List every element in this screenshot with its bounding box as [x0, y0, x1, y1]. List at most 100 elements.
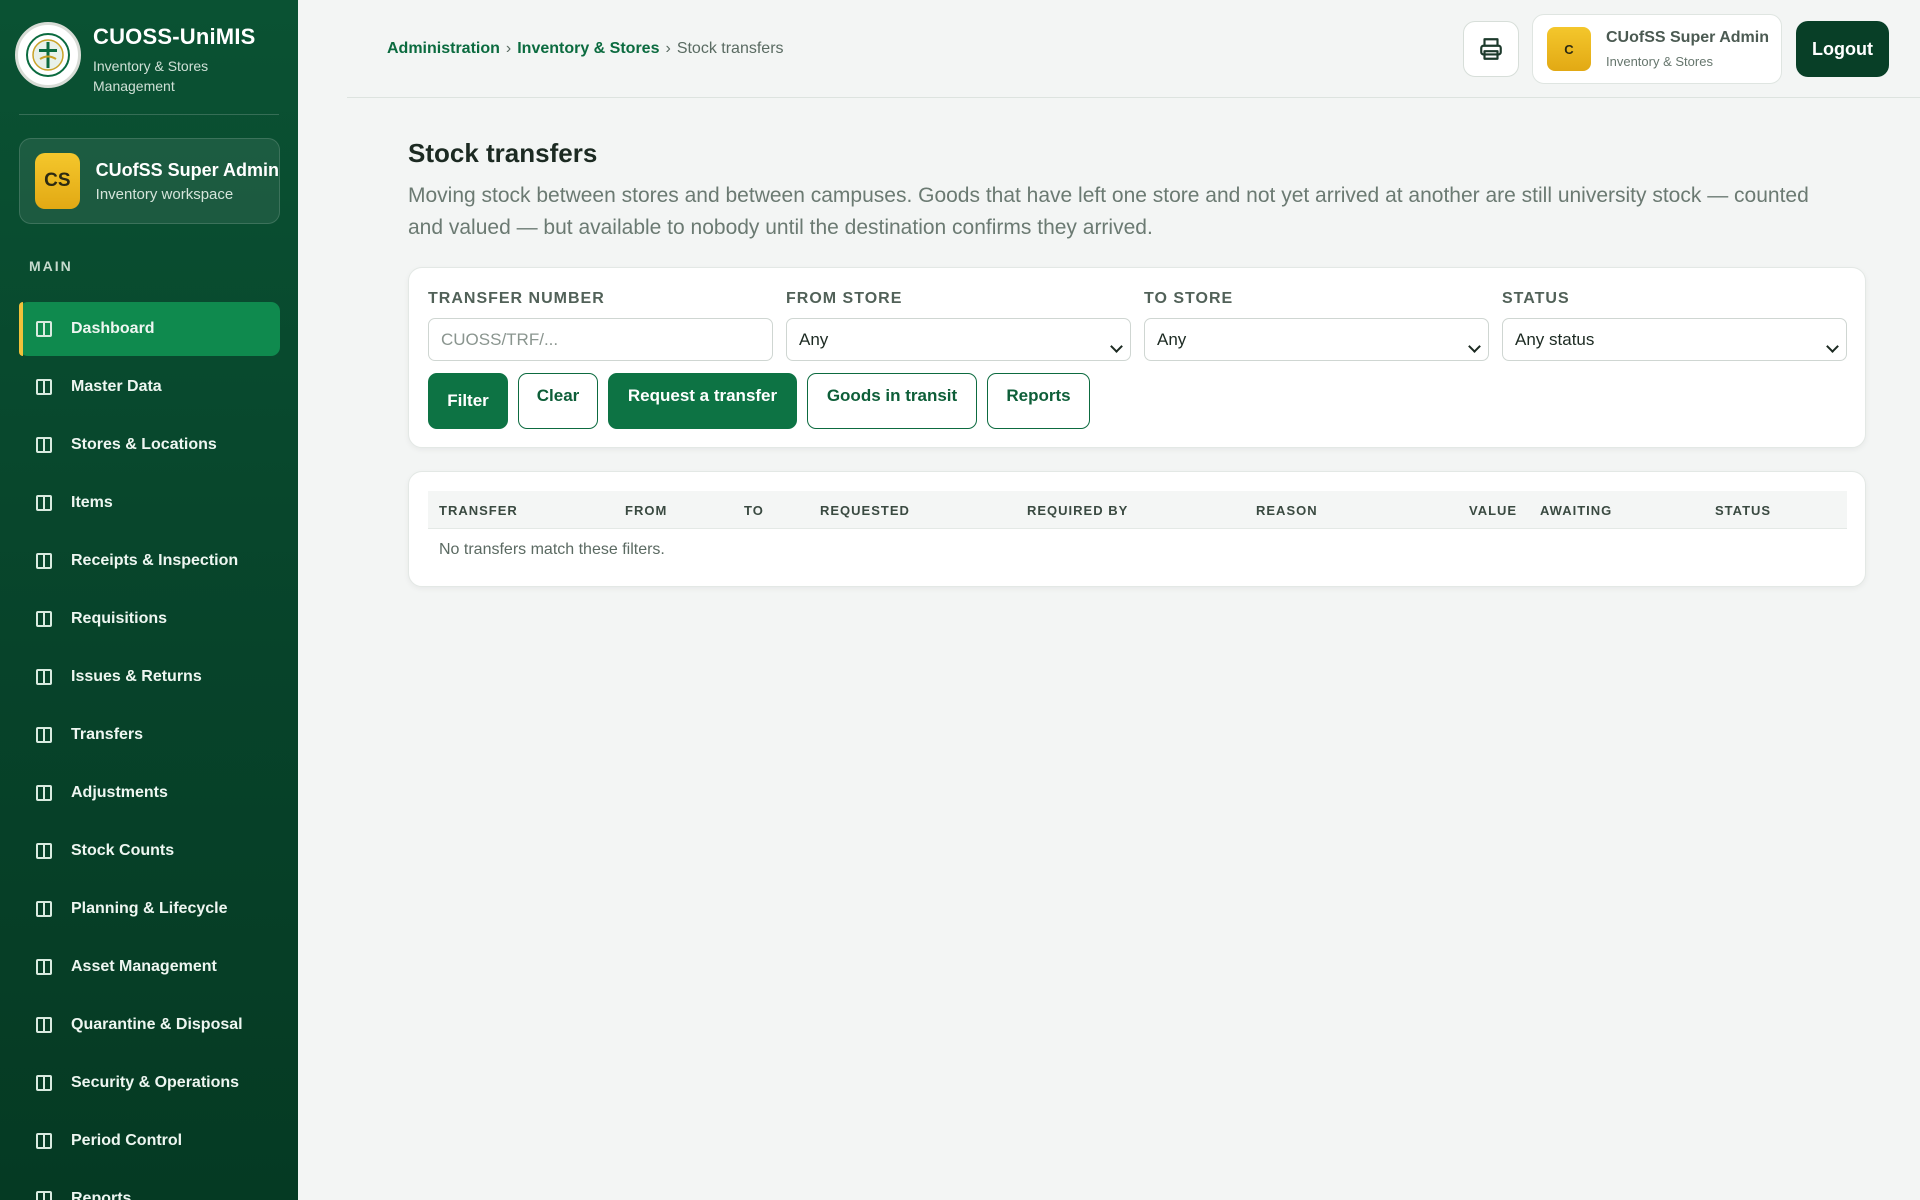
sidebar-item-adjustments[interactable]: Adjustments — [19, 766, 280, 820]
from-store-field: FROM STORE Any — [786, 290, 1132, 361]
sidebar-item-label: Stock Counts — [71, 842, 175, 859]
panel-icon — [36, 379, 52, 395]
sidebar-item-label: Stores & Locations — [71, 436, 217, 453]
status-field: STATUS Any status — [1502, 290, 1848, 361]
column-header-status[interactable]: STATUS — [1715, 503, 1771, 518]
panel-icon — [36, 1017, 52, 1033]
status-select[interactable]: Any status — [1502, 318, 1847, 361]
sidebar-item-period-control[interactable]: Period Control — [19, 1114, 280, 1168]
sidebar-user-card[interactable]: CS CUofSS Super Admin Inventory workspac… — [19, 138, 280, 224]
breadcrumb-separator: › — [505, 40, 512, 57]
field-label: STATUS — [1502, 290, 1570, 307]
field-label: TO STORE — [1144, 290, 1234, 307]
sidebar-item-label: Master Data — [71, 378, 162, 395]
transfers-table: TRANSFER FROM TO REQUESTED REQUIRED BY R… — [408, 471, 1866, 587]
column-header-transfer[interactable]: TRANSFER — [439, 503, 518, 518]
sidebar-item-master-data[interactable]: Master Data — [19, 360, 280, 414]
avatar: CS — [35, 153, 80, 209]
sidebar-item-label: Security & Operations — [71, 1074, 240, 1091]
sidebar-item-label: Planning & Lifecycle — [71, 900, 228, 917]
sidebar-item-label: Quarantine & Disposal — [71, 1016, 243, 1033]
breadcrumb: Administration › Inventory & Stores › Stock … — [387, 40, 784, 58]
table-header: TRANSFER FROM TO REQUESTED REQUIRED BY R… — [428, 491, 1847, 529]
to-store-select[interactable]: Any — [1144, 318, 1489, 361]
user-menu[interactable]: C CUofSS Super Admin Inventory & Stores — [1532, 14, 1782, 84]
sidebar-item-stores-locations[interactable]: Stores & Locations — [19, 418, 280, 472]
user-role: Inventory & Stores — [1606, 54, 1713, 69]
university-logo-icon — [15, 22, 81, 88]
sidebar-item-transfers[interactable]: Transfers — [19, 708, 280, 762]
page-title: Stock transfers — [408, 138, 598, 168]
to-store-field: TO STORE Any — [1144, 290, 1490, 361]
sidebar-item-label: Issues & Returns — [71, 668, 202, 685]
sidebar-item-stock-counts[interactable]: Stock Counts — [19, 824, 280, 878]
panel-icon — [36, 727, 52, 743]
sidebar-item-dashboard[interactable]: Dashboard — [19, 302, 280, 356]
panel-icon — [36, 669, 52, 685]
nav-section-label: MAIN — [29, 258, 73, 274]
user-role: Inventory workspace — [95, 185, 234, 203]
transfer-number-input[interactable] — [428, 318, 773, 361]
reports-button[interactable]: Reports — [987, 373, 1090, 429]
breadcrumb-link-administration[interactable]: Administration — [387, 40, 500, 57]
filter-button[interactable]: Filter — [428, 373, 508, 429]
goods-in-transit-button[interactable]: Goods in transit — [807, 373, 977, 429]
sidebar-item-issues-returns[interactable]: Issues & Returns — [19, 650, 280, 704]
sidebar-item-label: Asset Management — [71, 958, 217, 975]
print-button[interactable] — [1463, 21, 1519, 77]
panel-icon — [36, 611, 52, 627]
column-header-to[interactable]: TO — [744, 503, 764, 518]
printer-icon — [1480, 38, 1502, 60]
column-header-reason[interactable]: REASON — [1256, 503, 1318, 518]
sidebar-item-quarantine-disposal[interactable]: Quarantine & Disposal — [19, 998, 280, 1052]
sidebar-item-receipts-inspection[interactable]: Receipts & Inspection — [19, 534, 280, 588]
sidebar-item-label: Items — [71, 494, 113, 511]
sidebar-item-requisitions[interactable]: Requisitions — [19, 592, 280, 646]
sidebar-item-asset-management[interactable]: Asset Management — [19, 940, 280, 994]
breadcrumb-separator: › — [665, 40, 671, 57]
panel-icon — [36, 959, 52, 975]
field-label: TRANSFER NUMBER — [428, 290, 605, 307]
user-name: CUofSS Super Admin — [1606, 29, 1769, 46]
sidebar: CUOSS-UniMIS Inventory & Stores Manageme… — [0, 0, 298, 1200]
sidebar-item-security-operations[interactable]: Security & Operations — [19, 1056, 280, 1110]
filter-actions: Filter Clear Request a transfer Goods in… — [428, 373, 1100, 429]
sidebar-nav: Dashboard Master Data Stores & Locations… — [19, 302, 280, 1200]
clear-button[interactable]: Clear — [518, 373, 598, 429]
column-header-value[interactable]: VALUE — [1469, 503, 1517, 518]
column-header-requested[interactable]: REQUESTED — [820, 503, 910, 518]
brand: CUOSS-UniMIS Inventory & Stores Manageme… — [0, 0, 298, 115]
panel-icon — [36, 321, 52, 337]
field-label: FROM STORE — [786, 290, 903, 307]
request-transfer-button[interactable]: Request a transfer — [608, 373, 797, 429]
sidebar-item-label: Period Control — [71, 1132, 183, 1149]
topbar: Administration › Inventory & Stores › Stock … — [347, 0, 1920, 98]
breadcrumb-current: Stock transfers — [676, 40, 784, 57]
from-store-select[interactable]: Any — [786, 318, 1131, 361]
panel-icon — [36, 843, 52, 859]
filter-panel: TRANSFER NUMBER FROM STORE Any TO STORE … — [408, 267, 1866, 448]
app-title: CUOSS-UniMIS — [93, 24, 256, 49]
sidebar-item-label: Receipts & Inspection — [71, 552, 239, 569]
panel-icon — [36, 785, 52, 801]
panel-icon — [36, 1133, 52, 1149]
sidebar-item-items[interactable]: Items — [19, 476, 280, 530]
sidebar-item-label: Adjustments — [71, 784, 168, 801]
column-header-required-by[interactable]: REQUIRED BY — [1027, 503, 1128, 518]
breadcrumb-link-inventory-stores[interactable]: Inventory & Stores — [517, 40, 659, 57]
user-name: CUofSS Super Admin — [95, 159, 279, 180]
panel-icon — [36, 1191, 52, 1200]
panel-icon — [36, 495, 52, 511]
panel-icon — [36, 437, 52, 453]
page-description: Moving stock between stores and between … — [408, 184, 1809, 239]
transfer-number-field: TRANSFER NUMBER — [428, 290, 774, 361]
column-header-awaiting[interactable]: AWAITING — [1540, 503, 1612, 518]
sidebar-item-planning-lifecycle[interactable]: Planning & Lifecycle — [19, 882, 280, 936]
app-subtitle: Inventory & Stores Management — [93, 58, 209, 94]
sidebar-item-label: Dashboard — [71, 320, 155, 337]
panel-icon — [36, 553, 52, 569]
sidebar-item-label: Reports — [71, 1190, 132, 1200]
logout-button[interactable]: Logout — [1796, 21, 1889, 77]
sidebar-item-reports[interactable]: Reports — [19, 1172, 280, 1200]
column-header-from[interactable]: FROM — [625, 503, 667, 518]
